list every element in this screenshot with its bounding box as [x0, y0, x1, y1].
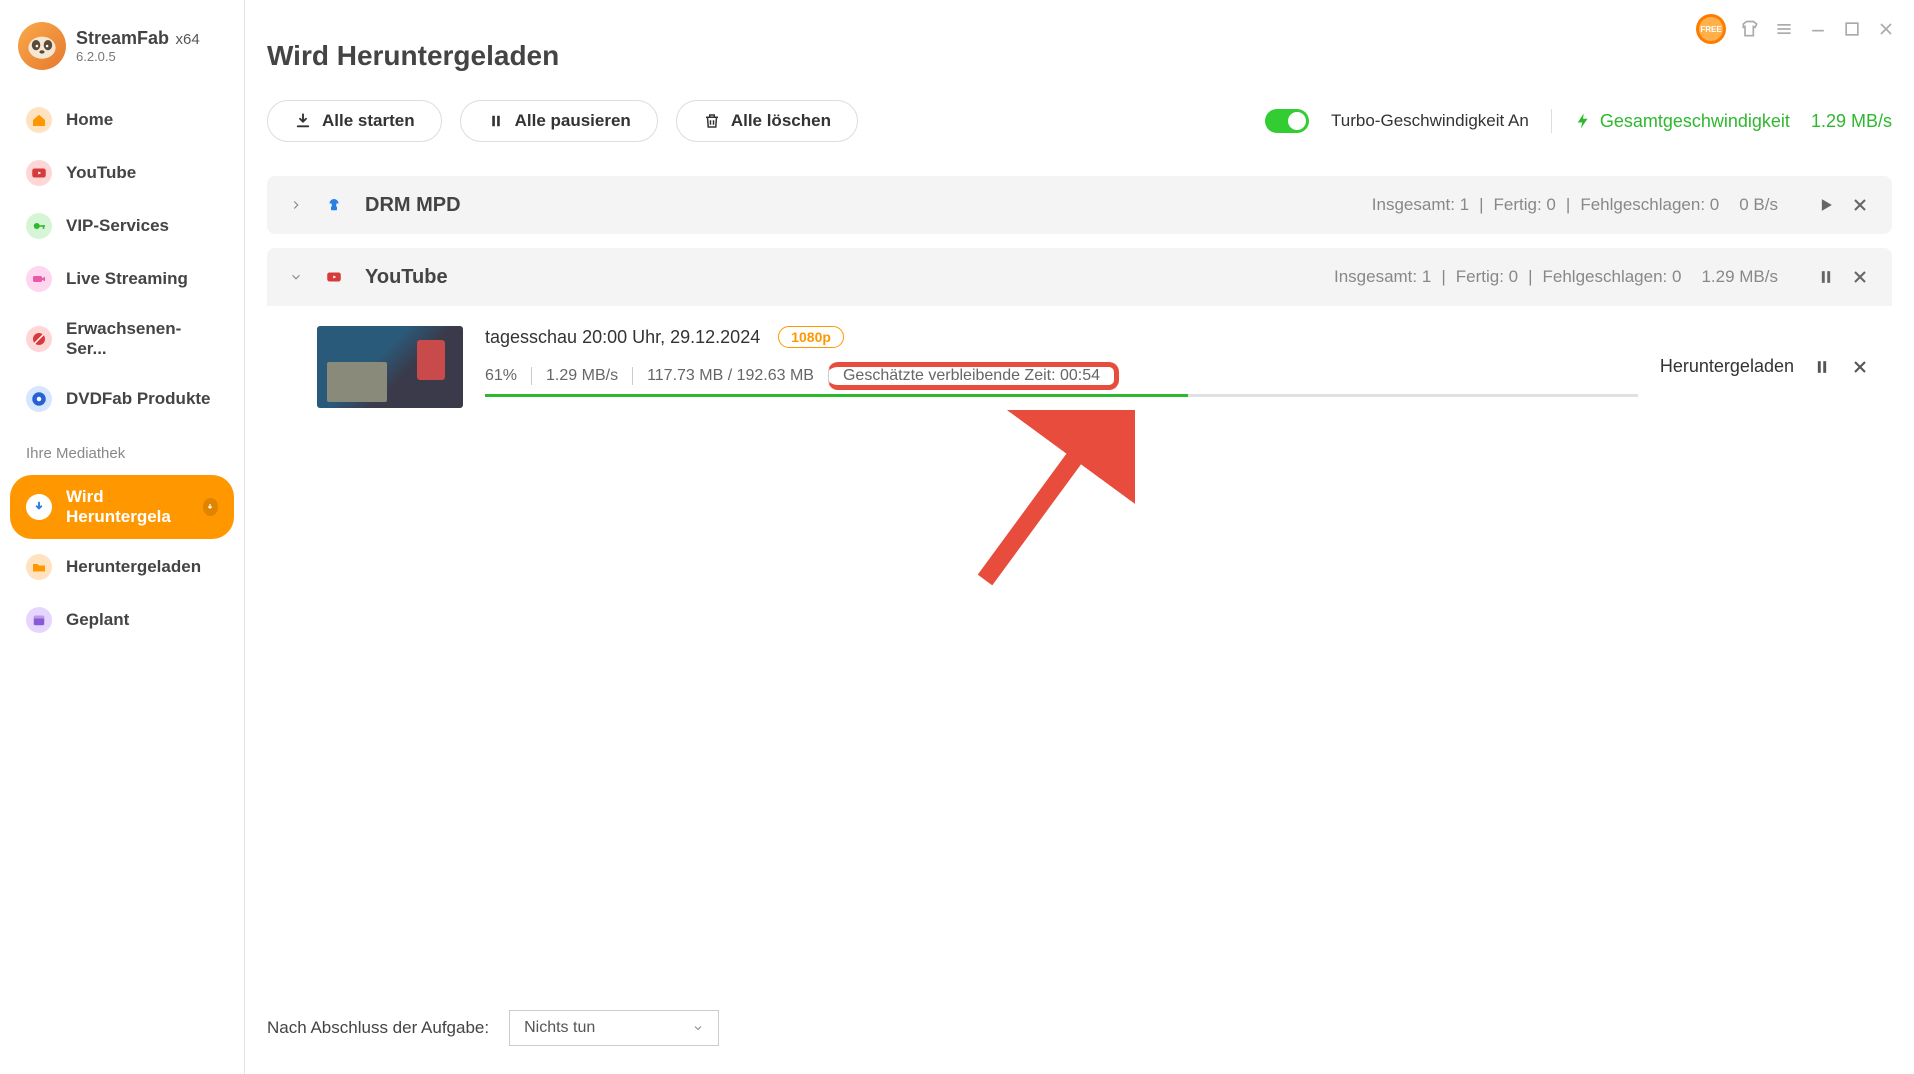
- app-name: StreamFab: [76, 28, 169, 48]
- menu-icon[interactable]: [1774, 19, 1794, 39]
- item-size: 117.73 MB / 192.63 MB: [632, 367, 828, 385]
- download-icon: [294, 112, 312, 130]
- item-percent: 61%: [485, 367, 531, 385]
- trash-icon: [703, 112, 721, 130]
- delete-all-button[interactable]: Alle löschen: [676, 100, 858, 142]
- download-group: YouTube Insgesamt: 1|Fertig: 0|Fehlgeschl…: [267, 248, 1892, 428]
- pause-icon: [487, 112, 505, 130]
- group-actions: [1816, 267, 1870, 287]
- download-item: tagesschau 20:00 Uhr, 29.12.2024 1080p 61%…: [267, 306, 1892, 428]
- adult-icon: [26, 326, 52, 352]
- dvdfab-icon: [26, 386, 52, 412]
- progress-bar: [485, 394, 1638, 397]
- sidebar-item-dvdfabprodukte[interactable]: DVDFab Produkte: [10, 374, 234, 424]
- item-status: Heruntergeladen: [1660, 356, 1794, 377]
- sidebar-item-label: Erwachsenen-Ser...: [66, 319, 218, 359]
- youtube-icon: [321, 264, 347, 290]
- pause-icon[interactable]: [1816, 267, 1836, 287]
- sidebar-lib-geplant[interactable]: Geplant: [10, 595, 234, 645]
- app-arch: x64: [176, 31, 200, 48]
- play-icon[interactable]: [1816, 195, 1836, 215]
- divider: [1551, 109, 1552, 133]
- group-stats: Insgesamt: 1|Fertig: 0|Fehlgeschlagen: 0…: [1334, 267, 1778, 287]
- sidebar-item-label: VIP-Services: [66, 216, 169, 236]
- toolbar: Alle starten Alle pausieren Alle löschen…: [267, 100, 1892, 142]
- item-speed: 1.29 MB/s: [531, 367, 632, 385]
- mpd-icon: [321, 192, 347, 218]
- sloth-logo-icon: [18, 22, 66, 70]
- sidebar-item-label: YouTube: [66, 163, 136, 183]
- calendar-icon: [26, 607, 52, 633]
- sidebar-item-label: Heruntergeladen: [66, 557, 201, 577]
- turbo-toggle[interactable]: [1265, 109, 1309, 133]
- group-actions: [1816, 195, 1870, 215]
- free-badge-icon[interactable]: FREE: [1696, 14, 1726, 44]
- lightning-icon: [1574, 110, 1592, 132]
- chevron-icon[interactable]: [289, 198, 303, 212]
- pause-all-button[interactable]: Alle pausieren: [460, 100, 658, 142]
- app-version: 6.2.0.5: [76, 49, 200, 64]
- sidebar-item-label: Wird Heruntergela: [66, 487, 193, 527]
- group-header[interactable]: DRM MPD Insgesamt: 1|Fertig: 0|Fehlgeschl…: [267, 176, 1892, 234]
- video-thumbnail: [317, 326, 463, 408]
- group-stats: Insgesamt: 1|Fertig: 0|Fehlgeschlagen: 0…: [1372, 195, 1778, 215]
- chevron-down-icon: [692, 1022, 704, 1034]
- download-group: DRM MPD Insgesamt: 1|Fertig: 0|Fehlgeschl…: [267, 176, 1892, 234]
- after-task-select[interactable]: Nichts tun: [509, 1010, 719, 1046]
- sidebar-section-label: Ihre Mediathek: [10, 427, 234, 472]
- shirt-icon[interactable]: [1740, 19, 1760, 39]
- sidebar-item-label: Geplant: [66, 610, 129, 630]
- download-badge-icon: [203, 498, 218, 516]
- sidebar-lib-wirdheruntergela[interactable]: Wird Heruntergela: [10, 475, 234, 539]
- start-all-button[interactable]: Alle starten: [267, 100, 442, 142]
- sidebar-item-label: Live Streaming: [66, 269, 188, 289]
- home-icon: [26, 107, 52, 133]
- sidebar: StreamFab x64 6.2.0.5 Home YouTube VIP-Ser…: [0, 0, 245, 1074]
- youtube-icon: [26, 160, 52, 186]
- group-header[interactable]: YouTube Insgesamt: 1|Fertig: 0|Fehlgeschl…: [267, 248, 1892, 306]
- total-speed: Gesamtgeschwindigkeit 1.29 MB/s: [1574, 110, 1892, 132]
- sidebar-item-vipservices[interactable]: VIP-Services: [10, 201, 234, 251]
- sidebar-item-home[interactable]: Home: [10, 95, 234, 145]
- sidebar-item-label: Home: [66, 110, 113, 130]
- close-icon[interactable]: [1850, 357, 1870, 377]
- quality-badge: 1080p: [778, 326, 844, 348]
- sidebar-item-erwachsenenser[interactable]: Erwachsenen-Ser...: [10, 307, 234, 371]
- folder-icon: [26, 554, 52, 580]
- main-area: FREE Wird Heruntergeladen Alle starten A…: [245, 0, 1914, 1074]
- footer: Nach Abschluss der Aufgabe: Nichts tun: [267, 1010, 719, 1046]
- chevron-icon[interactable]: [289, 270, 303, 284]
- item-eta: Geschätzte verbleibende Zeit: 00:54: [828, 362, 1119, 390]
- item-title: tagesschau 20:00 Uhr, 29.12.2024: [485, 327, 760, 348]
- close-icon[interactable]: [1850, 267, 1870, 287]
- close-icon[interactable]: [1876, 19, 1896, 39]
- group-title: YouTube: [365, 266, 448, 289]
- sidebar-item-youtube[interactable]: YouTube: [10, 148, 234, 198]
- pause-icon[interactable]: [1812, 357, 1832, 377]
- minimize-icon[interactable]: [1808, 19, 1828, 39]
- titlebar: FREE: [1696, 14, 1896, 44]
- annotation-arrow: [965, 410, 1135, 600]
- sidebar-lib-heruntergeladen[interactable]: Heruntergeladen: [10, 542, 234, 592]
- close-icon[interactable]: [1850, 195, 1870, 215]
- group-title: DRM MPD: [365, 194, 461, 217]
- item-meta: 61%1.29 MB/s117.73 MB / 192.63 MBGeschät…: [485, 362, 1638, 390]
- sidebar-item-livestreaming[interactable]: Live Streaming: [10, 254, 234, 304]
- key-icon: [26, 213, 52, 239]
- after-task-label: Nach Abschluss der Aufgabe:: [267, 1018, 489, 1038]
- app-logo: StreamFab x64 6.2.0.5: [10, 22, 234, 92]
- maximize-icon[interactable]: [1842, 19, 1862, 39]
- download-icon: [26, 494, 52, 520]
- page-title: Wird Heruntergeladen: [267, 0, 1892, 100]
- turbo-label: Turbo-Geschwindigkeit An: [1331, 111, 1529, 131]
- sidebar-item-label: DVDFab Produkte: [66, 389, 211, 409]
- camera-icon: [26, 266, 52, 292]
